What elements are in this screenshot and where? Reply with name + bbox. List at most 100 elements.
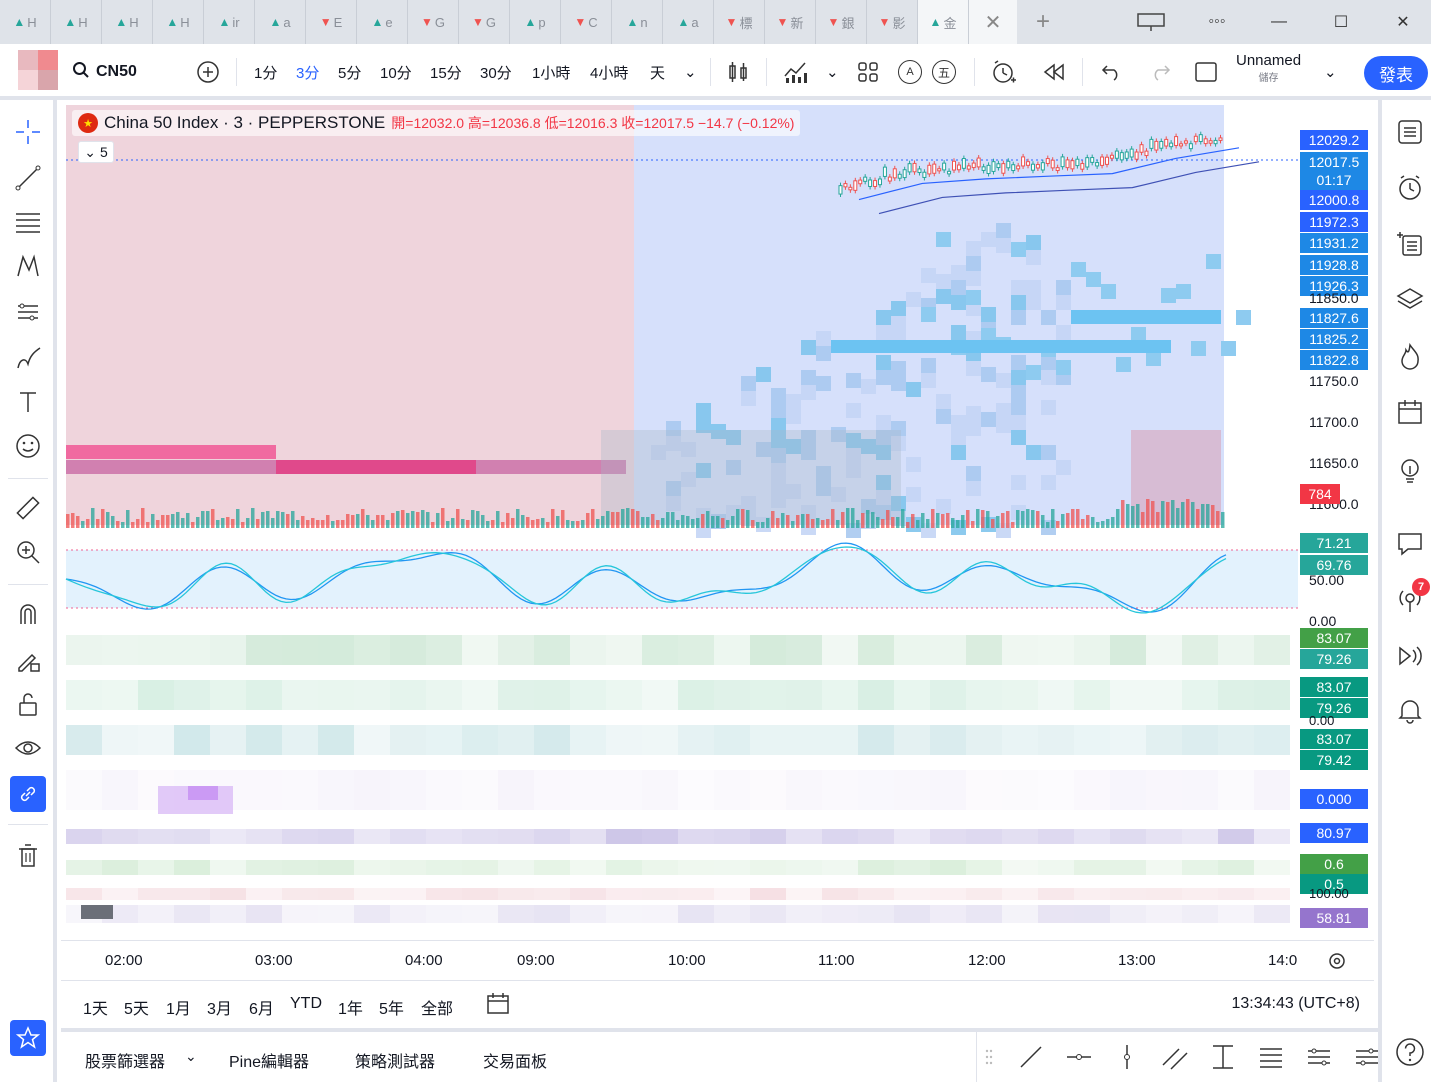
templates-icon[interactable] — [854, 58, 882, 86]
interval-8[interactable]: 天 — [650, 44, 665, 100]
new-tab-icon[interactable]: + — [1017, 0, 1069, 44]
chevron-down-icon[interactable]: ⌄ — [684, 44, 697, 100]
link-icon[interactable] — [10, 776, 46, 812]
timezone-clock[interactable]: 13:34:43 (UTC+8) — [1231, 995, 1360, 1013]
interval-2[interactable]: 5分 — [338, 44, 361, 100]
bottom-tab[interactable]: Pine編輯器 — [229, 1048, 309, 1072]
help-icon[interactable] — [1392, 1034, 1428, 1070]
minimize-icon[interactable]: — — [1248, 0, 1310, 44]
range-button[interactable]: 5天 — [124, 995, 149, 1019]
price-range-icon[interactable] — [1207, 1041, 1239, 1073]
publish-button[interactable]: 發表 — [1364, 56, 1428, 90]
chat-icon[interactable] — [1392, 526, 1428, 562]
browser-tab[interactable]: ▼ G — [408, 0, 459, 44]
trash-icon[interactable] — [10, 838, 46, 874]
maximize-icon[interactable]: ☐ — [1310, 0, 1372, 44]
emoji-icon[interactable] — [10, 428, 46, 464]
layers-icon[interactable] — [1392, 282, 1428, 318]
range-button[interactable]: 3月 — [207, 995, 232, 1019]
browser-tab[interactable]: ▼ 標 — [714, 0, 765, 44]
symbol-search[interactable]: CN50 — [72, 44, 137, 100]
unlock-icon[interactable] — [10, 686, 46, 722]
redo-icon[interactable] — [1146, 58, 1174, 86]
range-button[interactable]: 6月 — [249, 995, 274, 1019]
layout-name[interactable]: Unnamed 儲存 — [1236, 52, 1301, 88]
range-button[interactable]: 1年 — [338, 995, 363, 1019]
browser-tab[interactable]: ▲ ir — [204, 0, 255, 44]
interval-5[interactable]: 30分 — [480, 44, 512, 100]
interval-1[interactable]: 3分 — [296, 44, 319, 100]
trend-line-icon[interactable] — [10, 160, 46, 196]
more-icon[interactable]: ◦◦◦ — [1186, 0, 1248, 44]
chevron-down-icon[interactable]: ⌄ — [185, 1048, 197, 1065]
text-icon[interactable] — [10, 384, 46, 420]
prediction-icon[interactable] — [10, 294, 46, 330]
close-tab-icon[interactable]: ✕ — [969, 0, 1017, 44]
calendar-goto-icon[interactable] — [485, 991, 511, 1022]
interval-6[interactable]: 1小時 — [532, 44, 570, 100]
interval-4[interactable]: 15分 — [430, 44, 462, 100]
browser-tab[interactable]: ▲ H — [51, 0, 102, 44]
fullscreen-icon[interactable] — [1192, 58, 1220, 86]
alarm-add-icon[interactable] — [990, 58, 1018, 86]
interval-0[interactable]: 1分 — [254, 44, 277, 100]
close-window-icon[interactable]: ✕ — [1372, 0, 1431, 44]
lock-drawing-icon[interactable] — [10, 642, 46, 678]
browser-tab[interactable]: ▼ 銀 — [816, 0, 867, 44]
browser-tab[interactable]: ▼ E — [306, 0, 357, 44]
vertical-line-icon[interactable] — [1111, 1041, 1143, 1073]
range-button[interactable]: 全部 — [421, 995, 453, 1019]
legend-collapse-button[interactable]: ⌄ 5 — [78, 141, 114, 163]
range-button[interactable]: 1月 — [166, 995, 191, 1019]
range-button[interactable]: 5年 — [379, 995, 404, 1019]
time-axis[interactable]: 02:00 03:00 04:00 09:00 10:00 11:00 12:00 13:00… — [61, 940, 1374, 980]
parallel-channel-icon[interactable] — [1159, 1041, 1191, 1073]
bottom-tab[interactable]: 交易面板 — [483, 1048, 547, 1072]
eye-icon[interactable] — [10, 730, 46, 766]
fib-retracement-icon[interactable] — [1255, 1041, 1287, 1073]
browser-tab[interactable]: ▼ G — [459, 0, 510, 44]
alarm-clock-icon[interactable] — [1392, 170, 1428, 206]
bell-icon[interactable] — [1392, 692, 1428, 728]
browser-tab[interactable]: ▲ H — [102, 0, 153, 44]
fib-lines-icon[interactable] — [10, 204, 46, 240]
data-window-icon[interactable] — [1392, 226, 1428, 262]
browser-tab[interactable]: ▲ p — [510, 0, 561, 44]
chart-canvas[interactable] — [61, 100, 1374, 940]
browser-tab[interactable]: ▼ 新 — [765, 0, 816, 44]
chevron-down-icon[interactable]: ⌄ — [826, 44, 839, 100]
replay-icon[interactable] — [1040, 58, 1068, 86]
indicator-five-icon[interactable]: 五 — [930, 58, 958, 86]
browser-tab[interactable]: ▲ a — [663, 0, 714, 44]
position-icon[interactable] — [1303, 1041, 1335, 1073]
browser-tab[interactable]: ▲ n — [612, 0, 663, 44]
alert-a-icon[interactable]: A — [896, 58, 924, 86]
interval-7[interactable]: 4小時 — [590, 44, 628, 100]
browser-tab[interactable]: ▲ H — [153, 0, 204, 44]
zoom-in-icon[interactable] — [10, 534, 46, 570]
horizontal-ray-icon[interactable] — [1063, 1041, 1095, 1073]
browser-tab[interactable]: ▲ a — [255, 0, 306, 44]
trend-line-icon[interactable] — [1015, 1041, 1047, 1073]
indicators-icon[interactable] — [782, 58, 810, 86]
brush-icon[interactable] — [10, 340, 46, 376]
bottom-tab[interactable]: 股票篩選器 — [85, 1048, 165, 1072]
pattern-icon[interactable] — [10, 248, 46, 284]
range-button[interactable]: YTD — [290, 995, 322, 1013]
undo-icon[interactable] — [1098, 58, 1126, 86]
candles-style-icon[interactable] — [724, 58, 752, 86]
range-button[interactable]: 1天 — [83, 995, 108, 1019]
chevron-down-icon[interactable]: ⌄ — [1324, 44, 1337, 100]
hotlist-flame-icon[interactable] — [1392, 338, 1428, 374]
favorites-star-icon[interactable] — [10, 1020, 46, 1056]
ideas-lightbulb-icon[interactable] — [1392, 452, 1428, 488]
interval-3[interactable]: 10分 — [380, 44, 412, 100]
bottom-tab[interactable]: 策略測試器 — [355, 1048, 435, 1072]
magnet-icon[interactable] — [10, 596, 46, 632]
browser-tab[interactable]: ▲ e — [357, 0, 408, 44]
browser-tab[interactable]: ▼ 影 — [867, 0, 918, 44]
calendar-icon[interactable] — [1392, 394, 1428, 430]
crosshair-icon[interactable] — [10, 114, 46, 150]
drag-handle-icon[interactable] — [981, 1041, 997, 1073]
ruler-icon[interactable] — [10, 490, 46, 526]
